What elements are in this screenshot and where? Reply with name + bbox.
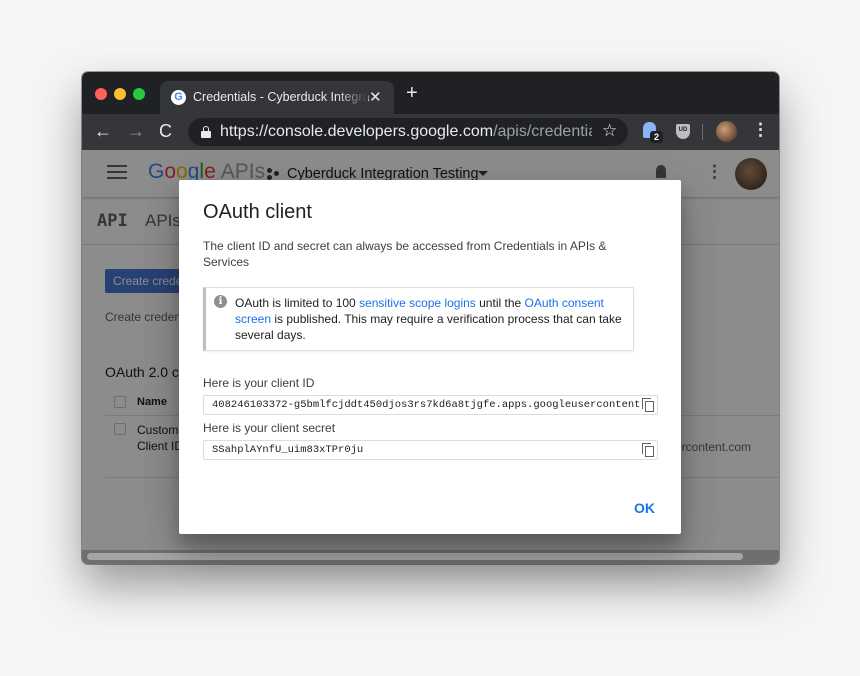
oauth-client-dialog: OAuth client The client ID and secret ca… (179, 180, 681, 534)
notice-mid: until the (475, 296, 525, 310)
close-window-button[interactable] (95, 88, 107, 100)
copy-client-id-icon[interactable] (642, 398, 655, 413)
address-bar[interactable]: https://console.developers.google.com/ap… (188, 118, 628, 146)
close-tab-icon[interactable]: ✕ (369, 88, 382, 106)
extension-badge: 2 (650, 131, 663, 143)
ok-button[interactable]: OK (634, 500, 655, 516)
notice-text: OAuth is limited to 100 sensitive scope … (235, 295, 627, 343)
profile-avatar[interactable] (716, 121, 737, 142)
info-icon: i (214, 295, 227, 308)
browser-tab-credentials[interactable]: G Credentials - Cyberduck Integration Te… (160, 81, 394, 114)
zoom-window-button[interactable] (133, 88, 145, 100)
url-path: /apis/credentials?h... (493, 123, 592, 140)
dialog-title: OAuth client (203, 201, 312, 223)
forward-arrow-icon[interactable]: → (127, 120, 145, 142)
url-host: https://console.developers.google.com (220, 123, 494, 140)
client-secret-label: Here is your client secret (203, 421, 336, 435)
client-secret-field[interactable]: SSahplAYnfU_uim83xTPr0ju (203, 440, 658, 460)
client-secret-value[interactable]: SSahplAYnfU_uim83xTPr0ju (212, 444, 640, 456)
copy-client-secret-icon[interactable] (642, 443, 655, 458)
client-id-field[interactable]: 408246103372-g5bmlfcjddt450djos3rs7kd6a8… (203, 395, 658, 415)
tab-title-fade (336, 87, 368, 109)
oauth-limit-notice: i OAuth is limited to 100 sensitive scop… (203, 287, 634, 351)
notice-suffix: is published. This may require a verific… (235, 312, 622, 342)
toolbar-divider (702, 124, 703, 140)
client-id-value[interactable]: 408246103372-g5bmlfcjddt450djos3rs7kd6a8… (212, 399, 640, 411)
tab-strip: G Credentials - Cyberduck Integration Te… (82, 72, 779, 114)
sensitive-scope-logins-link[interactable]: sensitive scope logins (359, 296, 476, 310)
dialog-description: The client ID and secret can always be a… (203, 239, 607, 269)
new-tab-icon[interactable]: + (406, 83, 418, 103)
minimize-window-button[interactable] (114, 88, 126, 100)
url-text[interactable]: https://console.developers.google.com/ap… (220, 123, 592, 141)
scrollbar-thumb[interactable] (87, 553, 743, 560)
back-arrow-icon[interactable]: ← (94, 120, 112, 142)
client-id-label: Here is your client ID (203, 376, 315, 390)
reload-icon[interactable]: C (159, 120, 172, 142)
shield-extension-icon[interactable]: UD (676, 124, 690, 139)
bookmark-star-icon[interactable]: ☆ (602, 121, 617, 141)
browser-menu-icon[interactable]: ⋮ (752, 120, 769, 140)
notice-prefix: OAuth is limited to 100 (235, 296, 360, 310)
lock-icon[interactable] (201, 126, 211, 138)
browser-toolbar: ← → C https://console.developers.google.… (82, 114, 779, 150)
google-favicon-icon: G (171, 90, 186, 105)
